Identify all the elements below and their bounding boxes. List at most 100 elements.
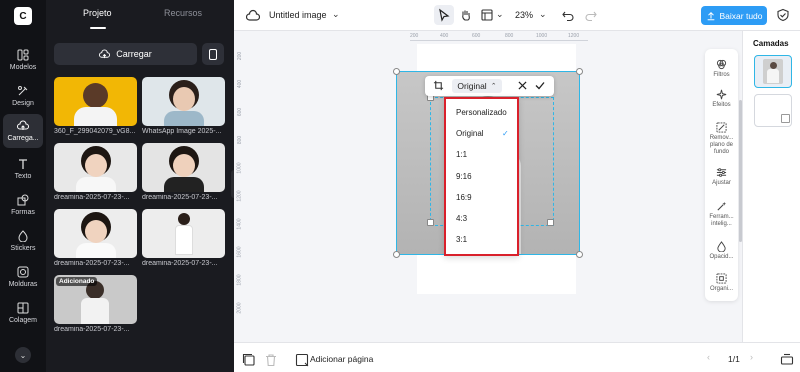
duplicate-page-icon[interactable] [242, 353, 256, 367]
tab-projeto[interactable]: Projeto [83, 8, 112, 18]
thumb-item[interactable]: Adicionado dreamina-2025-07-23-... [54, 275, 137, 333]
resize-handle[interactable] [393, 68, 400, 75]
rail-item-modelos[interactable]: Modelos [3, 43, 43, 77]
tool-label: Filtros [713, 72, 730, 78]
redo-icon[interactable] [584, 8, 598, 22]
pages-view-icon[interactable] [780, 352, 794, 366]
ruler-tick: 600 [472, 33, 481, 39]
vertical-ruler: 200 400 600 800 1000 1200 1400 1600 1800… [234, 47, 246, 337]
tool-filtros[interactable]: Filtros [705, 59, 738, 79]
thumbnail-image[interactable] [142, 143, 225, 192]
cursor-icon [439, 8, 450, 22]
crop-handle[interactable] [427, 219, 434, 226]
hand-icon[interactable] [459, 8, 473, 22]
ratio-option-personalizado[interactable]: Personalizado [456, 108, 507, 117]
tool-remove-background[interactable]: Remov... plano de fundo [705, 122, 738, 156]
thumbnail-image[interactable]: Adicionado [54, 275, 137, 324]
ratio-option-original[interactable]: Original [456, 129, 484, 138]
thumbnail-image[interactable] [54, 209, 137, 258]
ratio-option-9-16[interactable]: 9:16 [456, 172, 472, 181]
thumb-item[interactable]: 360_F_299042079_vG8... [54, 77, 137, 135]
tab-recursos[interactable]: Recursos [164, 8, 202, 18]
rail-item-texto[interactable]: Texto [3, 152, 43, 186]
crop-icon[interactable] [433, 80, 444, 91]
add-page-button[interactable]: Adicionar página [310, 354, 373, 364]
ruler-tick: 2000 [236, 302, 243, 314]
crop-handle[interactable] [547, 219, 554, 226]
thumb-label: dreamina-2025-07-23-... [142, 260, 218, 267]
cloud-icon[interactable] [246, 9, 260, 23]
trash-icon[interactable] [264, 353, 278, 367]
tool-smart-tools[interactable]: Ferram... intelig... [705, 201, 738, 228]
chevron-left-icon[interactable]: ‹ [707, 352, 710, 362]
filter-icon [716, 59, 727, 70]
layer-background[interactable] [754, 94, 792, 127]
add-page-icon[interactable] [295, 353, 309, 367]
rail-item-molduras[interactable]: Molduras [3, 260, 43, 294]
crop-ratio-value: Original [457, 81, 487, 91]
ruler-tick: 200 [410, 33, 419, 39]
thumb-item[interactable]: dreamina-2025-07-23-... [142, 143, 225, 201]
check-icon[interactable] [535, 81, 545, 90]
tool-organizar[interactable]: Organi... [705, 273, 738, 293]
tool-label: Remov... plano de fundo [709, 135, 734, 155]
resize-handle[interactable] [576, 251, 583, 258]
rail-item-carregar[interactable]: Carrega... [3, 114, 43, 148]
assets-panel: Projeto Recursos Carregar 360_F_29904207… [46, 0, 234, 372]
tool-efeitos[interactable]: Efeitos [705, 89, 738, 109]
chevron-down-icon[interactable]: ⌄ [496, 9, 504, 20]
frame-size-icon[interactable] [480, 8, 494, 22]
chevron-right-icon[interactable]: › [750, 352, 753, 362]
upload-button[interactable]: Carregar [54, 43, 197, 65]
select-tool-button[interactable] [434, 5, 454, 25]
tool-opacidade[interactable]: Opacid... [705, 241, 738, 261]
tool-label: Organi... [709, 286, 733, 292]
thumb-item[interactable]: dreamina-2025-07-23-... [54, 209, 137, 267]
thumbnail-image[interactable] [54, 77, 137, 126]
tool-ajustar[interactable]: Ajustar [705, 167, 738, 187]
ruler-tick: 1000 [236, 162, 243, 174]
resize-handle[interactable] [576, 68, 583, 75]
close-icon[interactable] [518, 81, 527, 90]
chevron-down-icon[interactable]: ⌄ [15, 347, 31, 363]
ratio-option-3-1[interactable]: 3:1 [456, 235, 467, 244]
undo-icon[interactable] [561, 8, 575, 22]
check-icon: ✓ [502, 129, 509, 138]
mobile-upload-button[interactable] [202, 43, 224, 65]
palette-icon [18, 86, 28, 96]
download-all-button[interactable]: Baixar tudo [701, 6, 767, 25]
thumbnail-image[interactable] [54, 143, 137, 192]
horizontal-ruler: 200 400 600 800 1000 1200 [410, 32, 588, 41]
shield-icon[interactable] [776, 8, 790, 22]
rail-item-colagem[interactable]: Colagem [3, 296, 43, 330]
tool-label: Opacid... [709, 254, 734, 260]
zoom-level[interactable]: 23% [515, 10, 533, 20]
rail-item-formas[interactable]: Formas [3, 188, 43, 222]
thumb-item[interactable]: WhatsApp Image 2025-... [142, 77, 225, 135]
thumb-item[interactable]: dreamina-2025-07-23-... [142, 209, 225, 267]
document-title[interactable]: Untitled image [269, 10, 327, 20]
added-badge: Adicionado [56, 277, 98, 286]
tool-label: Ferram... intelig... [709, 214, 734, 227]
thumbnail-image[interactable] [142, 77, 225, 126]
chevron-down-icon[interactable]: ⌄ [332, 9, 340, 20]
ratio-option-16-9[interactable]: 16:9 [456, 193, 472, 202]
ratio-option-4-3[interactable]: 4:3 [456, 214, 467, 223]
layers-title: Camadas [753, 39, 789, 48]
sticker-icon [18, 230, 28, 242]
crop-ratio-select[interactable]: Original ⌃ [452, 79, 502, 93]
thumbnail-image[interactable] [142, 209, 225, 258]
canvas-area[interactable]: 200 400 600 800 1000 1200 200 400 600 80… [234, 31, 742, 346]
app-logo[interactable]: C [14, 7, 32, 25]
resize-handle[interactable] [393, 251, 400, 258]
ruler-tick: 1600 [236, 246, 243, 258]
thumb-item[interactable]: dreamina-2025-07-23-... [54, 143, 137, 201]
ruler-tick: 600 [237, 107, 244, 117]
layer-image[interactable] [754, 55, 792, 88]
ruler-tick: 400 [440, 33, 449, 39]
chevron-down-icon[interactable]: ⌄ [539, 9, 547, 20]
rail-item-stickers[interactable]: Stickers [3, 224, 43, 258]
rail-item-design[interactable]: Design [3, 79, 43, 113]
ratio-option-1-1[interactable]: 1:1 [456, 150, 467, 159]
bottom-bar: Adicionar página ‹ 1/1 › [234, 342, 800, 372]
